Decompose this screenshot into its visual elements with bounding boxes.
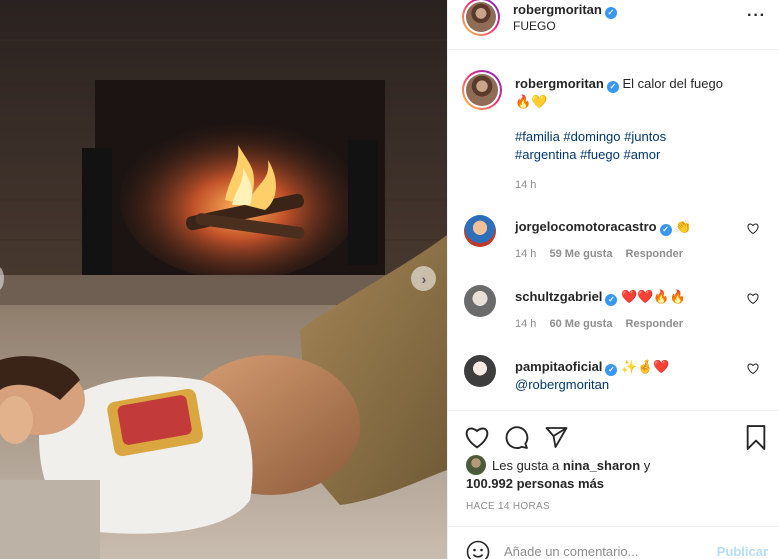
hashtag[interactable]: #fuego — [580, 147, 620, 162]
comment-username[interactable]: schultzgabriel — [515, 289, 602, 304]
caption: robergmoritan ✓ El calor del fuego 🔥💛 — [515, 75, 765, 111]
liker-username[interactable]: nina_sharon — [563, 458, 640, 473]
comment-body: jorgelocomotoracastro ✓ 👏 — [515, 218, 735, 236]
comment-bubble-icon[interactable] — [504, 425, 529, 453]
verified-badge-icon: ✓ — [659, 224, 672, 236]
comment-item: schultzgabriel ✓ ❤️❤️🔥🔥 14 h 60 Me gusta … — [464, 285, 769, 345]
bookmark-icon[interactable] — [745, 425, 767, 453]
hashtag[interactable]: #juntos — [624, 129, 666, 144]
hashtag[interactable]: #amor — [623, 147, 660, 162]
paper-plane-icon[interactable] — [544, 425, 569, 452]
post-location[interactable]: FUEGO — [513, 19, 556, 33]
comment-input[interactable] — [504, 544, 704, 559]
comment-avatar[interactable] — [464, 285, 496, 317]
likes-prefix: Les gusta a — [492, 458, 560, 473]
caption-username[interactable]: robergmoritan — [515, 76, 604, 91]
caption-author-avatar[interactable] — [462, 70, 502, 110]
comment-likes[interactable]: 59 Me gusta — [549, 248, 612, 260]
comment-text: ✨🤞❤️ — [621, 359, 670, 374]
comment-text: 👏 — [675, 219, 692, 234]
comment-time[interactable]: 14 h — [515, 248, 536, 260]
publish-button[interactable]: Publicar — [717, 544, 768, 559]
action-bar — [448, 410, 779, 450]
heart-icon[interactable] — [747, 223, 759, 237]
comment-time[interactable]: 14 h — [515, 318, 536, 330]
heart-icon[interactable] — [747, 363, 759, 377]
comment-likes[interactable]: 60 Me gusta — [549, 318, 612, 330]
heart-icon[interactable] — [464, 425, 490, 452]
reply-button[interactable]: Responder — [626, 248, 683, 260]
comment-avatar[interactable] — [464, 355, 496, 387]
comment-mention[interactable]: @robergmoritan — [515, 377, 609, 392]
caption-timestamp[interactable]: 14 h — [515, 179, 536, 191]
post-panel: robergmoritan ✓ FUEGO ··· robergmoritan ✓ … — [447, 0, 779, 559]
author-username[interactable]: robergmoritan — [513, 2, 602, 17]
post-timestamp[interactable]: HACE 14 HORAS — [466, 501, 550, 512]
heart-icon[interactable] — [747, 293, 759, 307]
likes-joiner: y — [643, 458, 651, 473]
comment-username[interactable]: jorgelocomotoracastro — [515, 219, 657, 234]
caption-hashtags: #familia #domingo #juntos #argentina #fu… — [515, 128, 755, 164]
comment-meta: 14 h 60 Me gusta Responder — [515, 318, 683, 330]
smiley-icon[interactable] — [466, 540, 490, 559]
caption-text: El calor del fuego — [622, 76, 723, 91]
hashtag[interactable]: #argentina — [515, 147, 576, 162]
post-photo[interactable]: › — [0, 0, 447, 559]
verified-badge-icon: ✓ — [604, 7, 617, 19]
add-comment-bar: Publicar — [448, 526, 779, 559]
verified-badge-icon: ✓ — [605, 364, 618, 376]
comment-text: ❤️❤️🔥🔥 — [621, 289, 686, 304]
photo-scene — [0, 0, 447, 559]
hashtag[interactable]: #familia — [515, 129, 560, 144]
verified-badge-icon: ✓ — [605, 294, 618, 306]
caption-emoji: 🔥💛 — [515, 94, 548, 109]
header-author[interactable]: robergmoritan ✓ — [513, 2, 617, 19]
verified-badge-icon: ✓ — [606, 81, 619, 93]
post-header: robergmoritan ✓ FUEGO ··· — [448, 0, 779, 50]
comment-body: pampitaoficial ✓ ✨🤞❤️ @robergmoritan — [515, 358, 735, 394]
hashtag[interactable]: #domingo — [563, 129, 620, 144]
comment-item: jorgelocomotoracastro ✓ 👏 14 h 59 Me gust… — [464, 215, 769, 275]
more-dots-icon[interactable]: ··· — [747, 7, 766, 25]
liker-avatar[interactable] — [466, 455, 486, 475]
comment-username[interactable]: pampitaoficial — [515, 359, 602, 374]
reply-button[interactable]: Responder — [626, 318, 683, 330]
comment-meta: 14 h 59 Me gusta Responder — [515, 248, 683, 260]
next-photo-button[interactable]: › — [411, 266, 436, 291]
author-avatar[interactable] — [462, 0, 500, 36]
comment-avatar[interactable] — [464, 215, 496, 247]
likes-summary: Les gusta a nina_sharon y 100.992 person… — [466, 455, 766, 493]
comment-body: schultzgabriel ✓ ❤️❤️🔥🔥 — [515, 288, 735, 306]
comment-item: pampitaoficial ✓ ✨🤞❤️ @robergmoritan — [464, 355, 769, 415]
chevron-right-icon: › — [421, 270, 427, 287]
likes-count[interactable]: 100.992 personas más — [466, 476, 604, 491]
